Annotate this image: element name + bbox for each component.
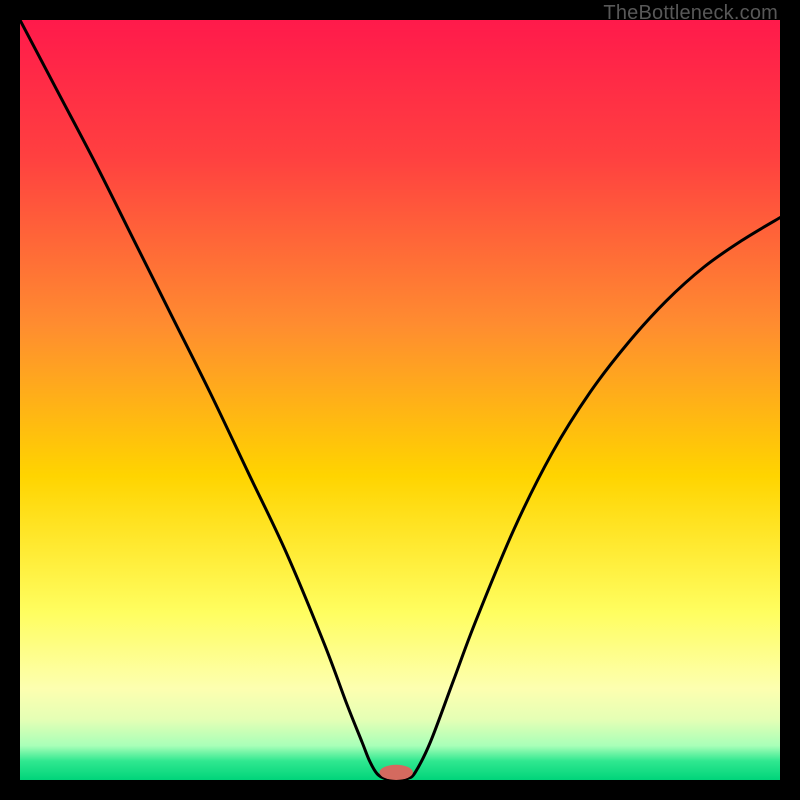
plot-area: [20, 20, 780, 780]
plot-svg: [20, 20, 780, 780]
min-marker: [379, 765, 412, 780]
gradient-background: [20, 20, 780, 780]
chart-frame: TheBottleneck.com: [0, 0, 800, 800]
